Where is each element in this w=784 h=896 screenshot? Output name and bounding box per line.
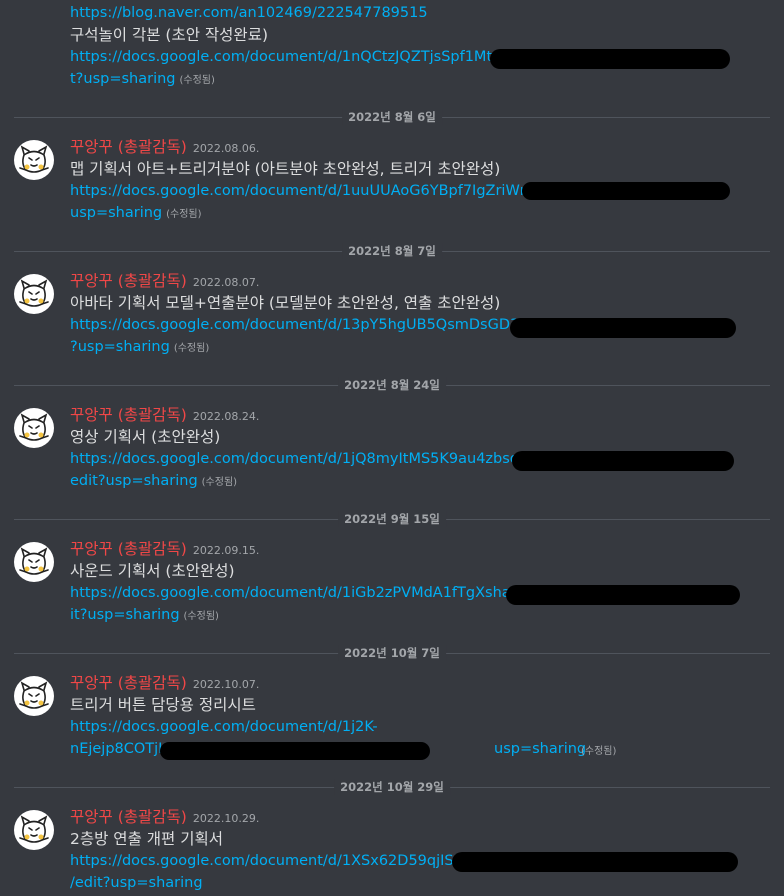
username[interactable]: 꾸앙꾸 (총괄감독) — [70, 540, 187, 558]
username[interactable]: 꾸앙꾸 (총괄감독) — [70, 808, 187, 826]
message-text: 아바타 기획서 모델+연출분야 (모델분야 초안완성, 연출 초안완성) — [70, 294, 501, 312]
doc-link-continued[interactable]: /edit?usp=sharing — [70, 875, 203, 891]
avatar[interactable] — [14, 676, 54, 716]
avatar[interactable] — [14, 140, 54, 180]
doc-link-continued[interactable]: t?usp=sharing — [70, 71, 176, 87]
timestamp: 2022.10.07. — [192, 678, 260, 691]
username[interactable]: 꾸앙꾸 (총괄감독) — [70, 272, 187, 290]
edited-label: (수정됨) — [183, 611, 219, 622]
avatar[interactable] — [14, 408, 54, 448]
date-divider: 2022년 10월 7일 — [14, 645, 770, 661]
edited-label: (수정됨) — [201, 477, 238, 488]
doc-link[interactable]: https://docs.google.com/document/d/1uuUU… — [70, 183, 551, 199]
doc-link-tail[interactable]: usp=sharing — [494, 738, 586, 760]
doc-link[interactable]: https://docs.google.com/document/d/1nQCt… — [70, 49, 520, 65]
message-text: 사운드 기획서 (초안완성) — [70, 562, 235, 580]
blog-link[interactable]: https://blog.naver.com/an102469/22254778… — [70, 5, 428, 21]
date-divider: 2022년 8월 24일 — [14, 377, 770, 393]
avatar[interactable] — [14, 274, 54, 314]
redaction-mark — [522, 182, 730, 200]
doc-link[interactable]: https://docs.google.com/document/d/1jQ8m… — [70, 451, 537, 467]
doc-link[interactable]: https://docs.google.com/document/d/1XSx6… — [70, 853, 478, 869]
avatar[interactable] — [14, 542, 54, 582]
edited-label: (수정됨) — [179, 75, 215, 86]
redaction-mark — [490, 49, 730, 69]
timestamp: 2022.08.24. — [192, 410, 260, 423]
edited-label: (수정됨) — [581, 746, 617, 757]
date-divider: 2022년 10월 29일 — [14, 779, 770, 795]
redaction-mark — [512, 451, 734, 471]
edited-label: (수정됨) — [173, 343, 210, 354]
doc-link-continued[interactable]: it?usp=sharing — [70, 607, 180, 623]
username[interactable]: 꾸앙꾸 (총괄감독) — [70, 406, 187, 424]
redaction-mark — [452, 852, 738, 872]
doc-link-continued[interactable]: edit?usp=sharing — [70, 473, 198, 489]
avatar[interactable] — [14, 810, 54, 850]
timestamp: 2022.09.15. — [192, 544, 260, 557]
doc-link[interactable]: https://docs.google.com/document/d/13pY5… — [70, 317, 541, 333]
doc-link-continued[interactable]: ?usp=sharing — [70, 339, 170, 355]
doc-link-continued[interactable]: nEjejp8COTjK — [70, 741, 168, 757]
doc-link[interactable]: https://docs.google.com/document/d/1iGb2… — [70, 585, 528, 601]
message-text: 2층방 연출 개편 기획서 — [70, 830, 223, 848]
chat-messages-list: https://blog.naver.com/an102469/22254778… — [0, 0, 784, 896]
date-divider: 2022년 8월 6일 — [14, 109, 770, 125]
username[interactable]: 꾸앙꾸 (총괄감독) — [70, 138, 187, 156]
redaction-mark — [510, 318, 736, 338]
message-text: 영상 기획서 (초안완성) — [70, 428, 221, 446]
message-text: 구석놀이 각본 (초안 작성완료) — [70, 26, 268, 44]
redaction-mark — [506, 585, 740, 605]
date-divider: 2022년 9월 15일 — [14, 511, 770, 527]
timestamp: 2022.08.07. — [192, 276, 260, 289]
message-text: 맵 기획서 아트+트리거분야 (아트분야 초안완성, 트리거 초안완성) — [70, 160, 501, 178]
redaction-mark — [160, 742, 430, 760]
edited-label: (수정됨) — [166, 209, 202, 220]
timestamp: 2022.08.06. — [192, 142, 260, 155]
date-divider: 2022년 8월 7일 — [14, 243, 770, 259]
message-text: 트리거 버튼 담당용 정리시트 — [70, 696, 256, 714]
username[interactable]: 꾸앙꾸 (총괄감독) — [70, 674, 187, 692]
timestamp: 2022.10.29. — [192, 812, 260, 825]
doc-link[interactable]: https://docs.google.com/document/d/1j2K- — [70, 719, 378, 735]
doc-link-continued[interactable]: usp=sharing — [70, 205, 162, 221]
